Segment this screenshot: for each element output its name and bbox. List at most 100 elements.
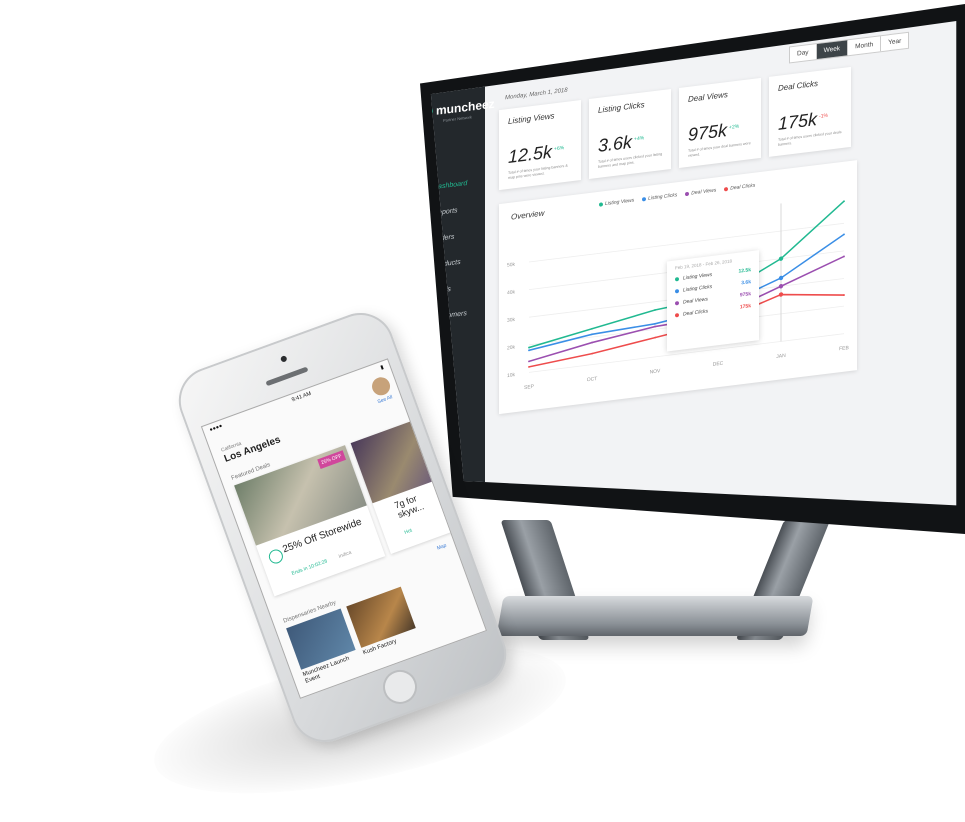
y-tick-label: 20k <box>507 344 516 351</box>
range-week[interactable]: Week <box>817 40 849 59</box>
data-point[interactable] <box>779 284 783 289</box>
sidebar-item-customers[interactable]: Customers <box>420 298 484 332</box>
data-point[interactable] <box>591 333 593 335</box>
legend-dot <box>685 192 689 196</box>
data-point[interactable] <box>528 360 530 362</box>
data-point[interactable] <box>528 347 530 349</box>
legend-dot <box>599 202 603 206</box>
data-point[interactable] <box>591 342 593 344</box>
stat-card-listing-views[interactable]: Listing Views 12.5k+6% Total # of times … <box>499 100 581 190</box>
range-day[interactable]: Day <box>790 44 817 62</box>
legend-dot <box>724 187 728 191</box>
data-point[interactable] <box>654 337 656 339</box>
stat-card-value: 175k-1% <box>778 108 828 135</box>
data-point[interactable] <box>779 292 783 297</box>
grid-icon <box>420 184 427 192</box>
tooltip-label: Listing Clicks <box>683 284 712 294</box>
tooltip-dot <box>675 277 679 281</box>
users-icon <box>420 314 427 322</box>
y-tick-label: 40k <box>507 289 516 296</box>
stat-value: 175k <box>778 109 817 134</box>
legend-label: Deal Views <box>691 187 716 196</box>
monitor-stand-base <box>496 596 813 636</box>
stat-card-listing-clicks[interactable]: Listing Clicks 3.6k+4% Total # of times … <box>589 89 671 179</box>
x-tick-label: JAN <box>776 353 786 360</box>
document-icon <box>420 210 427 218</box>
data-point[interactable] <box>843 233 845 235</box>
map-link[interactable]: Map <box>436 543 447 552</box>
stat-card-title: Listing Clicks <box>598 100 645 115</box>
data-point[interactable] <box>654 309 656 311</box>
x-tick-label: DEC <box>713 361 724 368</box>
data-point[interactable] <box>779 275 783 280</box>
x-tick-label: FEB <box>839 345 849 352</box>
tooltip-dot <box>675 301 679 305</box>
data-point[interactable] <box>779 256 783 261</box>
stat-delta: -1% <box>819 113 828 120</box>
notification-badge[interactable]: 36 <box>785 8 798 23</box>
legend-deal-clicks[interactable]: Deal Clicks <box>724 183 755 193</box>
account-name[interactable]: sevenpointoakpark <box>840 4 904 13</box>
tooltip-dot <box>675 289 679 293</box>
current-date: Monday, March 1, 2018 <box>505 88 568 102</box>
stat-delta: +4% <box>634 135 644 142</box>
stat-card-value: 12.5k+6% <box>508 140 564 168</box>
y-tick-label: 50k <box>507 262 516 269</box>
legend-listing-views[interactable]: Listing Views <box>599 197 634 207</box>
data-point[interactable] <box>528 366 530 368</box>
chart-tooltip: Feb 19, 2018 - Feb 26, 2018 Listing View… <box>667 250 759 351</box>
stat-card-value: 975k+2% <box>688 119 739 146</box>
legend-dot <box>642 197 646 201</box>
y-tick-label: 30k <box>507 317 516 324</box>
range-year[interactable]: Year <box>881 33 908 51</box>
data-point[interactable] <box>654 323 656 325</box>
tooltip-value: 12.5k <box>738 267 751 275</box>
tooltip-label: Deal Views <box>683 296 708 305</box>
stat-value: 3.6k <box>598 132 632 156</box>
stat-delta: +2% <box>729 124 739 131</box>
stat-delta: +6% <box>554 145 564 152</box>
stat-card-title: Listing Views <box>508 111 555 126</box>
stat-card-title: Deal Clicks <box>778 79 818 93</box>
legend-deal-views[interactable]: Deal Views <box>685 187 716 197</box>
legend-label: Listing Clicks <box>648 192 677 202</box>
tooltip-value: 175k <box>740 303 751 310</box>
legend-label: Deal Clicks <box>730 183 755 192</box>
cart-icon <box>420 236 427 244</box>
overview-title: Overview <box>511 209 544 222</box>
tag-icon <box>420 288 427 296</box>
tooltip-label: Deal Clicks <box>683 308 708 317</box>
data-point[interactable] <box>843 200 845 202</box>
x-tick-label: OCT <box>587 376 598 383</box>
data-point[interactable] <box>843 255 845 257</box>
data-point[interactable] <box>591 353 593 355</box>
battery-icon: ▮ <box>380 364 385 371</box>
data-point[interactable] <box>654 326 656 328</box>
range-month[interactable]: Month <box>848 36 881 55</box>
legend-label: Listing Views <box>605 197 634 207</box>
data-point[interactable] <box>591 328 593 330</box>
deal-logo-icon <box>267 548 285 566</box>
grid-line <box>529 223 844 262</box>
stat-value: 975k <box>688 120 727 145</box>
deal-vendor: Indica <box>338 550 353 560</box>
main-content: 36 SEVENPOINT sevenpointoakpark ⌄ Day We… <box>485 22 955 500</box>
stat-card-deal-clicks[interactable]: Deal Clicks 175k-1% Total # of times use… <box>769 67 851 157</box>
account-logo[interactable]: SEVENPOINT <box>806 4 832 26</box>
stat-card-deal-views[interactable]: Deal Views 975k+2% Total # of times your… <box>679 78 761 168</box>
monitor: muncheez Partner Network Dashboard Repor… <box>420 4 965 534</box>
see-all-link[interactable]: See All <box>377 394 394 405</box>
legend-listing-clicks[interactable]: Listing Clicks <box>642 192 677 202</box>
y-tick-label: 10k <box>507 372 516 379</box>
leaf-icon <box>420 262 427 270</box>
x-tick-label: SEP <box>524 384 535 391</box>
tooltip-value: 975k <box>740 291 751 298</box>
stat-value: 12.5k <box>508 142 552 167</box>
data-point[interactable] <box>528 349 530 351</box>
signal-icon: ●●●● <box>209 423 224 433</box>
discount-badge: 25% OFF <box>317 450 346 469</box>
stat-card-value: 3.6k+4% <box>598 130 644 157</box>
x-tick-label: NOV <box>650 368 661 375</box>
overview-panel: Overview Listing Views Listing Clicks De… <box>499 160 857 414</box>
tooltip-label: Listing Views <box>683 272 712 282</box>
